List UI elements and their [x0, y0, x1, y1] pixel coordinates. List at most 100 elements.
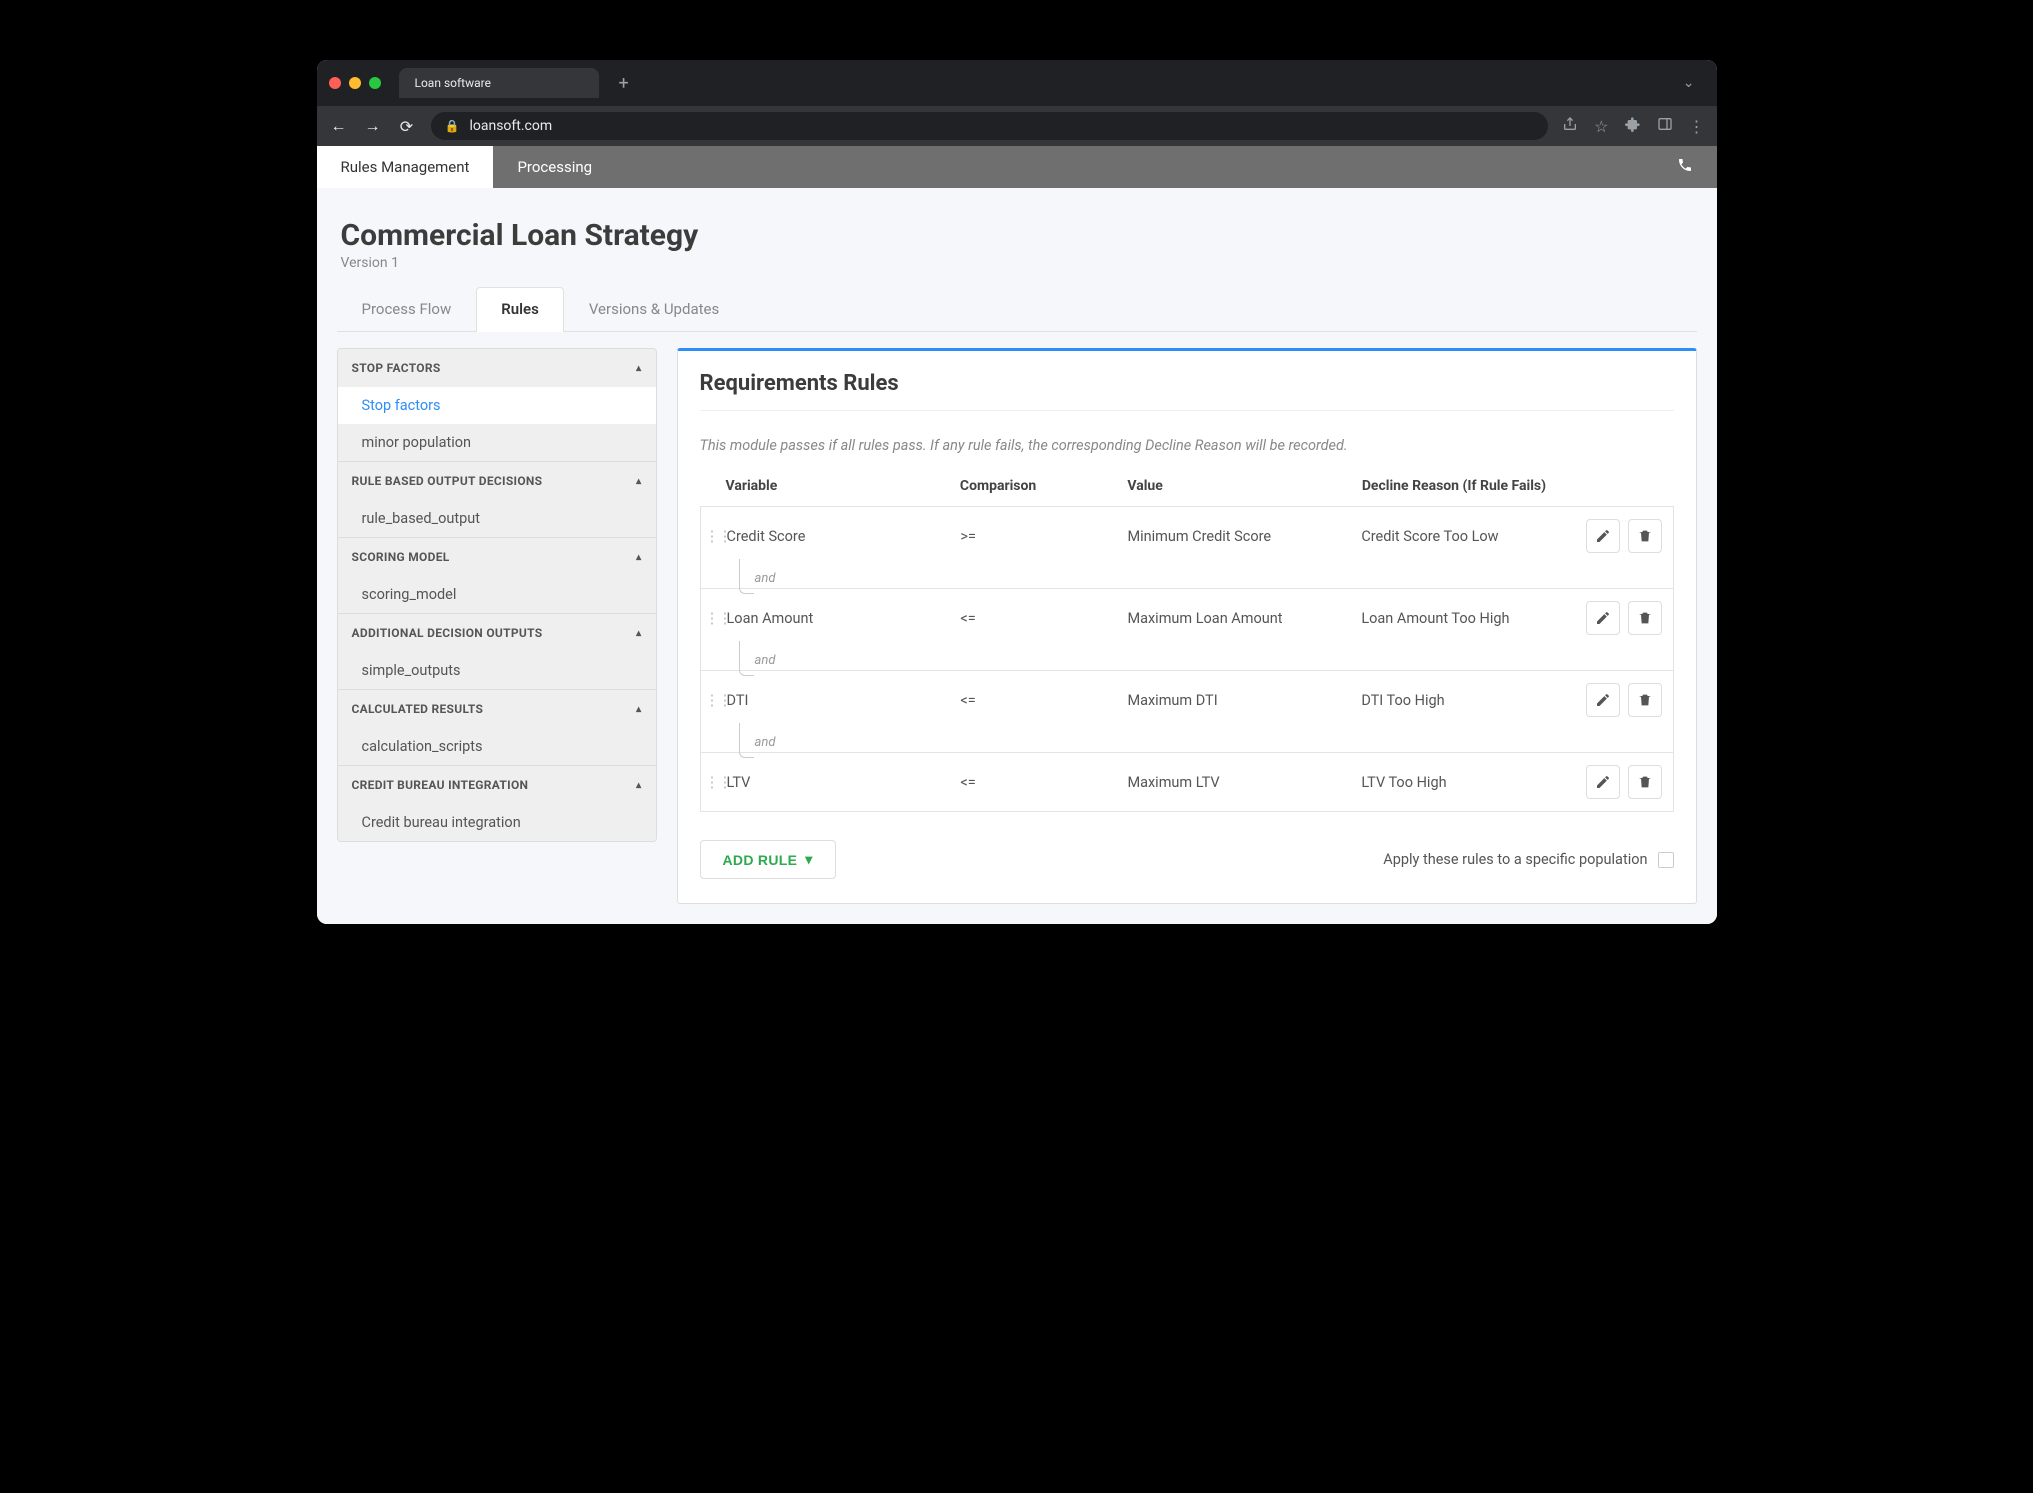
sidebar-item[interactable]: rule_based_output — [338, 500, 656, 537]
rule-value: Maximum LTV — [1127, 774, 1361, 791]
rule-actions — [1578, 765, 1668, 799]
reload-button[interactable]: ⟳ — [397, 117, 417, 136]
sidebar-item[interactable]: calculation_scripts — [338, 728, 656, 765]
traffic-lights — [329, 77, 381, 89]
page-title: Commercial Loan Strategy — [341, 218, 1693, 253]
rule-actions — [1578, 683, 1668, 717]
rule-comparison: <= — [960, 774, 1127, 791]
titlebar: Loan software + ⌄ — [317, 60, 1717, 106]
side-panel-icon[interactable] — [1657, 116, 1673, 136]
delete-rule-button[interactable] — [1628, 519, 1662, 553]
drag-handle-icon[interactable]: ⋮⋮ — [705, 691, 727, 709]
apply-population-checkbox[interactable] — [1658, 852, 1674, 868]
sidebar-section-title: SCORING MODEL — [352, 550, 450, 564]
sidebar-section-title: CREDIT BUREAU INTEGRATION — [352, 778, 529, 792]
maximize-window-button[interactable] — [369, 77, 381, 89]
rule-row: ⋮⋮DTI<=Maximum DTIDTI Too High — [701, 671, 1673, 729]
rule-actions — [1578, 601, 1668, 635]
rule-row: ⋮⋮Loan Amount<=Maximum Loan AmountLoan A… — [701, 589, 1673, 647]
delete-rule-button[interactable] — [1628, 765, 1662, 799]
browser-action-icons: ☆ ⋮ — [1562, 116, 1704, 136]
nav-processing[interactable]: Processing — [493, 146, 616, 188]
rule-value: Minimum Credit Score — [1127, 528, 1361, 545]
new-tab-button[interactable]: + — [607, 73, 641, 94]
edit-rule-button[interactable] — [1586, 601, 1620, 635]
share-icon[interactable] — [1562, 116, 1578, 136]
browser-window: Loan software + ⌄ ← → ⟳ 🔒 loansoft.com ☆… — [317, 60, 1717, 924]
tab-process-flow[interactable]: Process Flow — [337, 287, 477, 331]
url-text: loansoft.com — [469, 118, 552, 134]
panel-title: Requirements Rules — [700, 371, 1674, 411]
rule-variable: Loan Amount — [727, 610, 961, 627]
sidebar-section-title: ADDITIONAL DECISION OUTPUTS — [352, 626, 543, 640]
sidebar-section-head[interactable]: ADDITIONAL DECISION OUTPUTS ▴ — [338, 613, 656, 652]
sidebar-section-head[interactable]: CREDIT BUREAU INTEGRATION▴ — [338, 765, 656, 804]
nav-rules-management[interactable]: Rules Management — [317, 146, 494, 188]
sidebar-section-title: CALCULATED RESULTS — [352, 702, 484, 716]
tab-rules[interactable]: Rules — [476, 287, 564, 332]
tab-versions-updates[interactable]: Versions & Updates — [564, 287, 744, 331]
rule-connector: and — [701, 729, 1673, 752]
col-comparison: Comparison — [960, 478, 1127, 494]
apply-population: Apply these rules to a specific populati… — [1383, 851, 1673, 868]
forward-button[interactable]: → — [363, 116, 383, 136]
browser-tab[interactable]: Loan software — [399, 68, 599, 98]
col-variable: Variable — [726, 478, 960, 494]
back-button[interactable]: ← — [329, 116, 349, 136]
rule-connector: and — [701, 647, 1673, 670]
sidebar-item[interactable]: Stop factors — [338, 387, 656, 424]
page-header: Commercial Loan Strategy Version 1 — [337, 208, 1697, 287]
sidebar-item[interactable]: simple_outputs — [338, 652, 656, 689]
sidebar-section-head[interactable]: CALCULATED RESULTS▴ — [338, 689, 656, 728]
sidebar-item[interactable]: minor population — [338, 424, 656, 461]
caret-up-icon: ▴ — [636, 552, 641, 563]
rule-actions — [1578, 519, 1668, 553]
sidebar-item[interactable]: Credit bureau integration — [338, 804, 656, 841]
add-rule-label: ADD RULE — [723, 852, 798, 868]
caret-down-icon: ▾ — [805, 851, 812, 868]
rule-decline-reason: DTI Too High — [1361, 692, 1578, 709]
add-rule-button[interactable]: ADD RULE ▾ — [700, 840, 836, 879]
col-decline: Decline Reason (If Rule Fails) — [1362, 478, 1580, 494]
delete-rule-button[interactable] — [1628, 601, 1662, 635]
edit-rule-button[interactable] — [1586, 683, 1620, 717]
drag-handle-icon[interactable]: ⋮⋮ — [705, 773, 727, 791]
drag-handle-icon[interactable]: ⋮⋮ — [705, 527, 727, 545]
rule-comparison: >= — [960, 528, 1127, 545]
delete-rule-button[interactable] — [1628, 683, 1662, 717]
apply-population-label: Apply these rules to a specific populati… — [1383, 851, 1647, 868]
sidebar-item[interactable]: scoring_model — [338, 576, 656, 613]
rule-variable: DTI — [727, 692, 961, 709]
content-tabs: Process Flow Rules Versions & Updates — [337, 287, 1697, 332]
edit-rule-button[interactable] — [1586, 765, 1620, 799]
sidebar-section-title: STOP FACTORS — [352, 361, 441, 375]
col-value: Value — [1127, 478, 1361, 494]
rule-decline-reason: Loan Amount Too High — [1361, 610, 1578, 627]
rule-variable: LTV — [727, 774, 961, 791]
sidebar-section-head[interactable]: SCORING MODEL ▴ — [338, 537, 656, 576]
minimize-window-button[interactable] — [349, 77, 361, 89]
sidebar-section-head[interactable]: STOP FACTORS▴ — [338, 349, 656, 387]
addressbar[interactable]: 🔒 loansoft.com — [431, 112, 1549, 140]
star-icon[interactable]: ☆ — [1594, 117, 1608, 136]
tabs-dropdown-icon[interactable]: ⌄ — [1673, 75, 1705, 91]
edit-rule-button[interactable] — [1586, 519, 1620, 553]
rule-row: ⋮⋮LTV<=Maximum LTVLTV Too High — [701, 753, 1673, 811]
sidebar-section-head[interactable]: RULE BASED OUTPUT DECISIONS▴ — [338, 461, 656, 500]
app-nav: Rules Management Processing — [317, 146, 1717, 188]
connector-label: and — [755, 653, 776, 668]
rule-decline-reason: LTV Too High — [1361, 774, 1578, 791]
caret-up-icon: ▴ — [636, 628, 641, 639]
drag-handle-icon[interactable]: ⋮⋮ — [705, 609, 727, 627]
panel-footer: ADD RULE ▾ Apply these rules to a specif… — [700, 840, 1674, 879]
rule-comparison: <= — [960, 610, 1127, 627]
rule-variable: Credit Score — [727, 528, 961, 545]
phone-icon[interactable] — [1653, 157, 1717, 178]
rules-panel: Requirements Rules This module passes if… — [677, 348, 1697, 904]
lock-icon: 🔒 — [445, 119, 460, 133]
extensions-icon[interactable] — [1625, 116, 1641, 136]
rule-row-wrap: ⋮⋮Loan Amount<=Maximum Loan AmountLoan A… — [700, 589, 1674, 671]
rule-decline-reason: Credit Score Too Low — [1361, 528, 1578, 545]
kebab-menu-icon[interactable]: ⋮ — [1689, 117, 1705, 136]
close-window-button[interactable] — [329, 77, 341, 89]
